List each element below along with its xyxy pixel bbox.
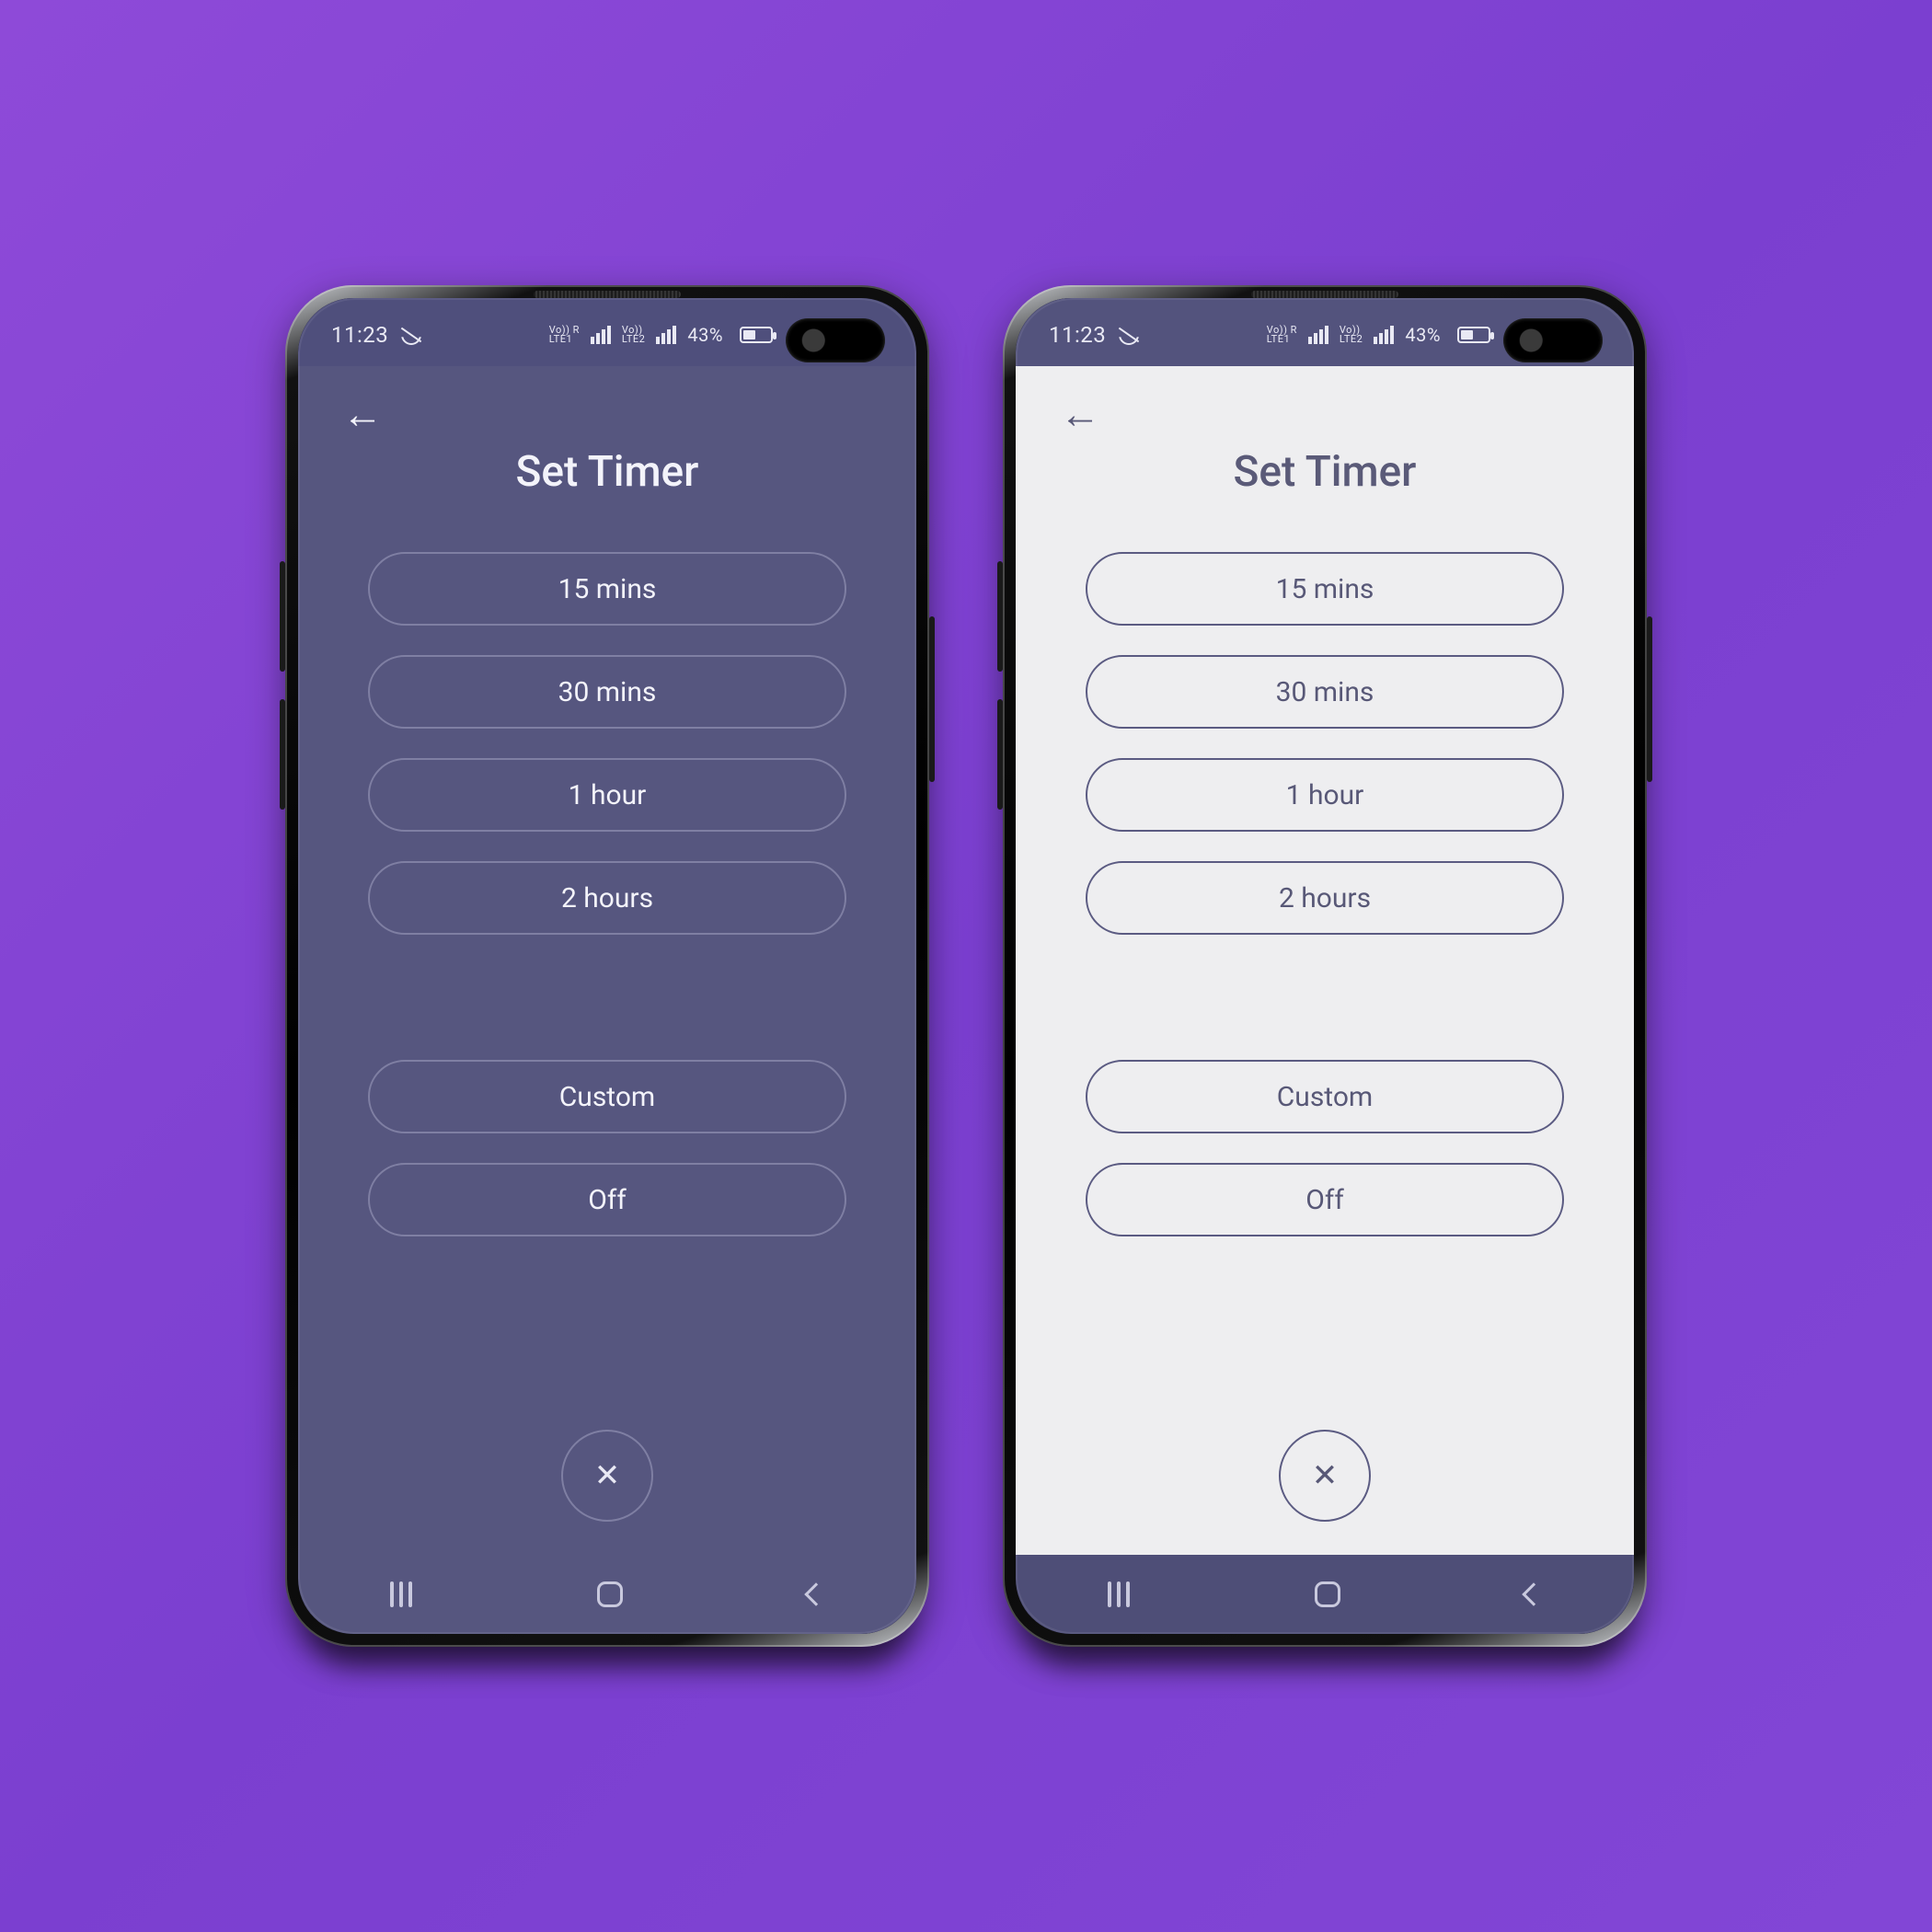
nav-home-button[interactable] (1315, 1581, 1340, 1607)
app-content: ← Set Timer 15 mins 30 mins 1 hour 2 hou… (298, 366, 916, 1555)
sim2-indicator: Vo)) LTE2 (1340, 326, 1363, 344)
timer-option-30[interactable]: 30 mins (1086, 655, 1564, 729)
nav-recent-button[interactable] (1108, 1581, 1130, 1607)
signal-1-icon (1308, 326, 1328, 344)
timer-options: 15 mins 30 mins 1 hour 2 hours Custom Of… (1060, 552, 1590, 1236)
timer-option-off[interactable]: Off (1086, 1163, 1564, 1236)
timer-option-off[interactable]: Off (368, 1163, 846, 1236)
volume-down-button[interactable] (997, 699, 1003, 810)
front-camera (786, 318, 885, 362)
volume-up-button[interactable] (997, 561, 1003, 672)
timer-option-1h[interactable]: 1 hour (1086, 758, 1564, 832)
volume-up-button[interactable] (280, 561, 285, 672)
signal-2-icon (1374, 326, 1394, 344)
nav-back-button[interactable] (1522, 1582, 1545, 1605)
timer-options: 15 mins 30 mins 1 hour 2 hours Custom Of… (342, 552, 872, 1236)
sim1-indicator: Vo)) R LTE1 (549, 326, 580, 344)
battery-icon (1457, 327, 1490, 343)
close-button[interactable]: ✕ (1279, 1430, 1371, 1522)
close-icon: ✕ (1312, 1457, 1339, 1494)
battery-percent: 43% (687, 324, 723, 346)
back-arrow-icon[interactable]: ← (342, 394, 383, 434)
status-time: 11:23 (1049, 322, 1106, 348)
timer-option-2h[interactable]: 2 hours (368, 861, 846, 935)
earpiece (1251, 291, 1398, 298)
battery-icon (740, 327, 773, 343)
android-nav-bar (1016, 1555, 1634, 1634)
power-button[interactable] (1647, 616, 1652, 782)
android-nav-bar (298, 1555, 916, 1634)
battery-percent: 43% (1405, 324, 1441, 346)
signal-2-icon (656, 326, 676, 344)
phone-light: 11:23 Vo)) R LTE1 Vo)) LTE2 43% ← Set Ti… (1003, 285, 1647, 1647)
sim2-indicator: Vo)) LTE2 (622, 326, 645, 344)
timer-option-custom[interactable]: Custom (1086, 1060, 1564, 1133)
power-button[interactable] (929, 616, 935, 782)
close-button[interactable]: ✕ (561, 1430, 653, 1522)
back-arrow-icon[interactable]: ← (1060, 394, 1100, 434)
no-wifi-icon (1119, 325, 1139, 345)
screen: 11:23 Vo)) R LTE1 Vo)) LTE2 43% ← Set Ti… (1016, 298, 1634, 1634)
front-camera (1503, 318, 1603, 362)
timer-option-1h[interactable]: 1 hour (368, 758, 846, 832)
timer-option-15[interactable]: 15 mins (1086, 552, 1564, 626)
timer-option-2h[interactable]: 2 hours (1086, 861, 1564, 935)
timer-option-15[interactable]: 15 mins (368, 552, 846, 626)
earpiece (534, 291, 681, 298)
signal-1-icon (591, 326, 611, 344)
nav-home-button[interactable] (597, 1581, 623, 1607)
timer-option-30[interactable]: 30 mins (368, 655, 846, 729)
phone-dark: 11:23 Vo)) R LTE1 Vo)) LTE2 43% ← Set Ti… (285, 285, 929, 1647)
app-content: ← Set Timer 15 mins 30 mins 1 hour 2 hou… (1016, 366, 1634, 1555)
nav-recent-button[interactable] (390, 1581, 412, 1607)
close-icon: ✕ (594, 1457, 621, 1494)
nav-back-button[interactable] (804, 1582, 827, 1605)
no-wifi-icon (401, 325, 421, 345)
sim1-indicator: Vo)) R LTE1 (1267, 326, 1297, 344)
status-time: 11:23 (331, 322, 388, 348)
page-title: Set Timer (342, 447, 872, 497)
screen: 11:23 Vo)) R LTE1 Vo)) LTE2 43% ← Set Ti… (298, 298, 916, 1634)
volume-down-button[interactable] (280, 699, 285, 810)
timer-option-custom[interactable]: Custom (368, 1060, 846, 1133)
page-title: Set Timer (1060, 447, 1590, 497)
